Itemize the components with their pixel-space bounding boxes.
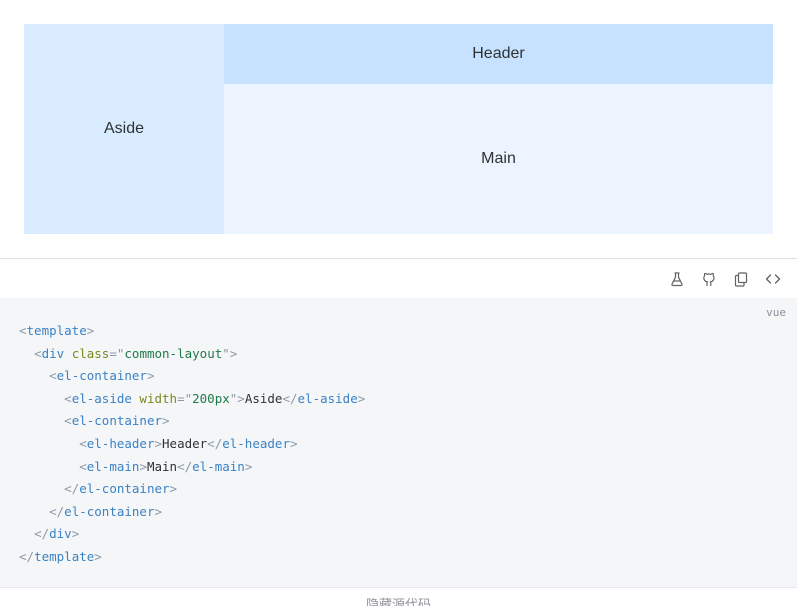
code-token: Main bbox=[146, 458, 178, 474]
code-token: el-main bbox=[192, 458, 245, 474]
code-token: </ bbox=[34, 526, 50, 542]
code-line: </el-container> bbox=[19, 478, 365, 501]
code-line: <el-aside width="200px">Aside</el-aside> bbox=[19, 388, 365, 411]
copy-icon bbox=[734, 271, 748, 287]
code-token: div bbox=[49, 526, 72, 542]
code-line: </el-container> bbox=[19, 501, 365, 524]
playground-icon bbox=[671, 271, 683, 286]
code-token: </ bbox=[282, 390, 298, 406]
layout-header: Header bbox=[224, 24, 773, 84]
code-token: el-main bbox=[86, 458, 140, 474]
code-token: < bbox=[34, 345, 42, 361]
code-token: el-container bbox=[79, 481, 170, 497]
code-token: </ bbox=[64, 481, 80, 497]
code-line: <el-container> bbox=[19, 365, 365, 388]
code-token: div bbox=[41, 345, 72, 361]
code-line: </template> bbox=[19, 546, 365, 569]
code-token: < bbox=[79, 435, 87, 451]
code-token: common-layout bbox=[124, 345, 223, 361]
code-token: el-container bbox=[56, 368, 147, 384]
code-token: Header bbox=[162, 435, 208, 451]
header-label: Header bbox=[472, 45, 525, 62]
layout-aside: Aside bbox=[24, 24, 224, 234]
code-line: <el-container> bbox=[19, 410, 365, 433]
playground-button[interactable] bbox=[669, 271, 685, 287]
code-token: > bbox=[244, 458, 253, 474]
github-icon bbox=[703, 272, 715, 286]
code-line: <el-header>Header</el-header> bbox=[19, 433, 365, 456]
code-token: el-header bbox=[86, 435, 155, 451]
code-token: < bbox=[49, 368, 57, 384]
code-token: el-container bbox=[71, 413, 162, 429]
code-token: 200px bbox=[192, 390, 230, 406]
code-token: el-aside bbox=[297, 390, 358, 406]
code-token: < bbox=[64, 390, 72, 406]
code-content: <template> <div class="common-layout"> <… bbox=[19, 320, 365, 569]
code-token: > bbox=[86, 323, 95, 338]
aside-label: Aside bbox=[103, 120, 145, 137]
code-token: =" bbox=[177, 390, 193, 406]
source-code-block: vue <template> <div class="common-layout… bbox=[0, 298, 797, 587]
code-token: < bbox=[79, 458, 87, 474]
code-token: > bbox=[162, 413, 170, 429]
code-token: width bbox=[139, 390, 178, 406]
layout-inner-container: Header Main bbox=[224, 24, 773, 234]
code-token: > bbox=[289, 435, 298, 451]
code-token: el-container bbox=[64, 503, 155, 519]
main-label: Main bbox=[481, 150, 516, 167]
code-token: template bbox=[34, 548, 95, 564]
code-line: </div> bbox=[19, 523, 365, 546]
code-token: > bbox=[154, 435, 163, 451]
code-token: > bbox=[154, 503, 163, 519]
demo-toolbar bbox=[0, 259, 797, 298]
code-token: > bbox=[146, 368, 155, 384]
code-token: </ bbox=[49, 503, 65, 519]
code-token: > bbox=[357, 390, 366, 406]
github-button[interactable] bbox=[701, 271, 717, 287]
code-token: > bbox=[71, 526, 80, 542]
view-source-button[interactable] bbox=[765, 271, 781, 287]
code-token: el-aside bbox=[71, 390, 140, 406]
code-token: =" bbox=[109, 345, 125, 361]
code-token: "> bbox=[222, 345, 238, 361]
layout-main: Main bbox=[224, 84, 773, 234]
common-layout: Aside Header Main bbox=[24, 24, 773, 234]
code-icon bbox=[765, 273, 781, 284]
code-token: el-header bbox=[222, 435, 290, 451]
code-token: Aside bbox=[244, 390, 283, 406]
hide-source-label: 隐藏源代码 bbox=[365, 597, 431, 606]
code-line: <el-main>Main</el-main> bbox=[19, 456, 365, 479]
code-token: </ bbox=[177, 458, 193, 474]
code-token: "> bbox=[229, 390, 245, 406]
code-token: </ bbox=[207, 435, 223, 451]
code-token: < bbox=[19, 323, 27, 338]
code-token: > bbox=[169, 481, 178, 497]
code-line: <template> bbox=[19, 320, 365, 343]
code-token: class bbox=[71, 345, 110, 361]
hide-source-button[interactable]: 隐藏源代码 bbox=[0, 588, 797, 606]
copy-button[interactable] bbox=[733, 271, 749, 287]
code-token: > bbox=[139, 458, 147, 474]
code-token: > bbox=[94, 548, 102, 564]
demo-preview: Aside Header Main bbox=[0, 0, 797, 258]
code-line: <div class="common-layout"> bbox=[19, 343, 365, 366]
code-token: < bbox=[64, 413, 72, 429]
code-token: template bbox=[26, 323, 87, 338]
language-tag: vue bbox=[766, 306, 786, 319]
code-token: </ bbox=[19, 548, 35, 564]
